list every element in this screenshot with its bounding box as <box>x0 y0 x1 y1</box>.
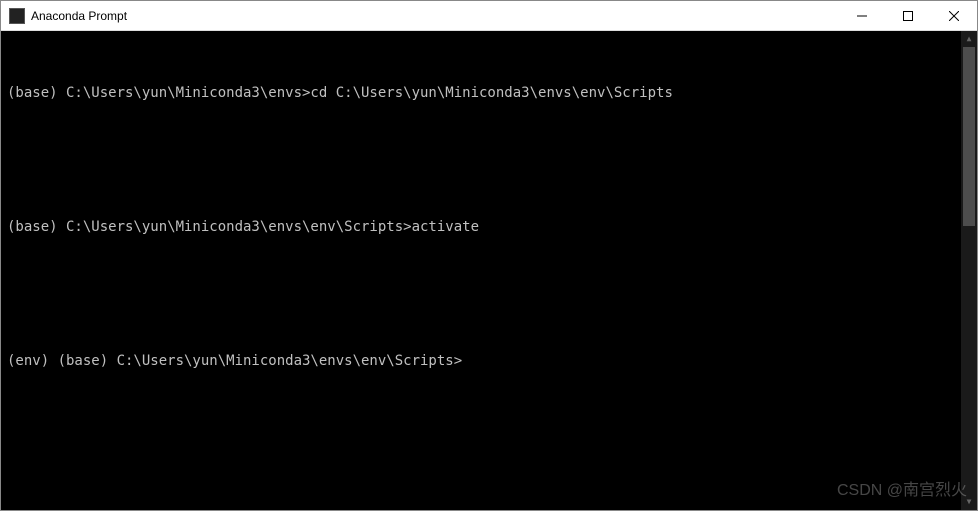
terminal-line <box>7 283 971 305</box>
scrollbar-thumb[interactable] <box>963 47 975 226</box>
maximize-button[interactable] <box>885 1 931 30</box>
vertical-scrollbar[interactable]: ▲ ▼ <box>961 31 977 510</box>
terminal-line: (base) C:\Users\yun\Miniconda3\envs>cd C… <box>7 82 971 104</box>
terminal-area[interactable]: (base) C:\Users\yun\Miniconda3\envs>cd C… <box>1 31 977 510</box>
anaconda-prompt-window: Anaconda Prompt (base) C:\Users\yun\Mini… <box>0 0 978 511</box>
terminal-line <box>7 149 971 171</box>
scrollbar-track[interactable] <box>961 47 977 494</box>
watermark-text: CSDN @南宫烈火 <box>837 478 967 504</box>
window-title: Anaconda Prompt <box>31 9 127 23</box>
terminal-line: (env) (base) C:\Users\yun\Miniconda3\env… <box>7 350 971 372</box>
window-controls <box>839 1 977 30</box>
terminal-line: (base) C:\Users\yun\Miniconda3\envs\env\… <box>7 216 971 238</box>
app-icon <box>9 8 25 24</box>
titlebar[interactable]: Anaconda Prompt <box>1 1 977 31</box>
close-button[interactable] <box>931 1 977 30</box>
minimize-button[interactable] <box>839 1 885 30</box>
scroll-down-arrow[interactable]: ▼ <box>961 494 977 510</box>
scroll-up-arrow[interactable]: ▲ <box>961 31 977 47</box>
